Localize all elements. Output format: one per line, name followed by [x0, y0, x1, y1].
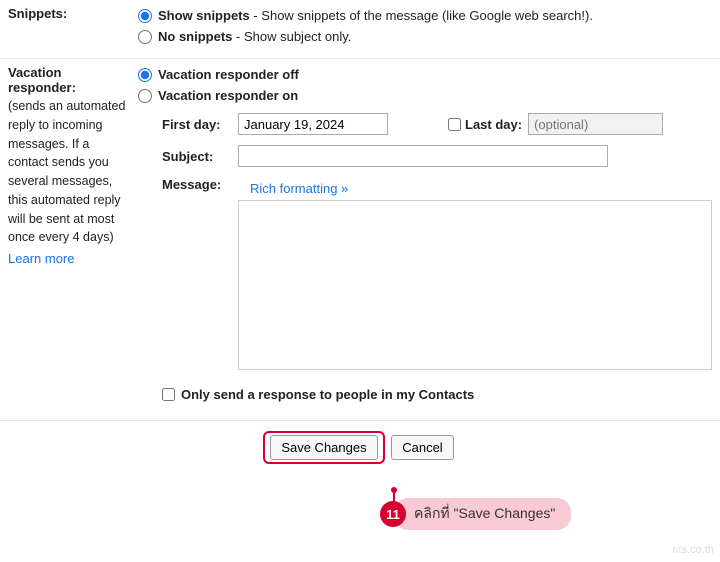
annotation-number-circle: 11	[380, 501, 406, 527]
snippets-content: Show snippets - Show snippets of the mes…	[138, 6, 712, 50]
vacation-on-label: Vacation responder on	[158, 88, 298, 103]
annotation: 11 คลิกที่ "Save Changes"	[380, 498, 571, 530]
last-day-wrap: Last day:	[448, 113, 663, 135]
last-day-checkbox[interactable]	[448, 118, 461, 131]
annotation-bubble: คลิกที่ "Save Changes"	[394, 498, 571, 530]
vacation-label-col: Vacation responder: (sends an automated …	[8, 65, 138, 412]
vacation-off-label: Vacation responder off	[158, 67, 299, 82]
vacation-off-radio[interactable]	[138, 68, 152, 82]
subject-row: Subject:	[162, 145, 712, 167]
first-day-label: First day:	[162, 117, 238, 132]
contacts-only-checkbox[interactable]	[162, 388, 175, 401]
vacation-on-radio[interactable]	[138, 89, 152, 103]
snippets-no-text: No snippets - Show subject only.	[158, 29, 351, 44]
vacation-help: (sends an automated reply to incoming me…	[8, 97, 132, 247]
learn-more-link[interactable]: Learn more	[8, 251, 74, 266]
save-button[interactable]: Save Changes	[270, 435, 377, 460]
save-highlight-box: Save Changes	[263, 431, 384, 464]
snippets-no-title: No snippets	[158, 29, 232, 44]
message-area: Rich formatting »	[238, 177, 712, 373]
message-label: Message:	[162, 177, 238, 192]
message-row: Message: Rich formatting »	[162, 177, 712, 373]
snippets-show-text: Show snippets - Show snippets of the mes…	[158, 8, 593, 23]
snippets-no-row[interactable]: No snippets - Show subject only.	[138, 29, 712, 44]
snippets-show-row[interactable]: Show snippets - Show snippets of the mes…	[138, 8, 712, 23]
contacts-only-label: Only send a response to people in my Con…	[181, 387, 474, 402]
snippets-section: Snippets: Show snippets - Show snippets …	[0, 0, 720, 59]
snippets-label: Snippets:	[8, 6, 67, 21]
last-day-input[interactable]	[528, 113, 663, 135]
subject-label: Subject:	[162, 149, 238, 164]
snippets-no-desc: - Show subject only.	[232, 29, 351, 44]
vacation-form: First day: Last day: Subject: Message: R…	[162, 113, 712, 373]
message-textarea[interactable]	[238, 200, 712, 370]
last-day-label: Last day:	[465, 117, 522, 132]
snippets-show-desc: - Show snippets of the message (like Goo…	[250, 8, 593, 23]
snippets-show-title: Show snippets	[158, 8, 250, 23]
contacts-only-row[interactable]: Only send a response to people in my Con…	[162, 387, 712, 402]
snippets-show-radio[interactable]	[138, 9, 152, 23]
rich-formatting-link[interactable]: Rich formatting »	[250, 181, 348, 196]
vacation-label: Vacation responder:	[8, 65, 76, 95]
vacation-content: Vacation responder off Vacation responde…	[138, 65, 712, 412]
vacation-on-row[interactable]: Vacation responder on	[138, 88, 712, 103]
snippets-label-col: Snippets:	[8, 6, 138, 50]
first-day-input[interactable]	[238, 113, 388, 135]
vacation-off-row[interactable]: Vacation responder off	[138, 67, 712, 82]
subject-input[interactable]	[238, 145, 608, 167]
button-bar: Save Changes Cancel	[0, 420, 720, 474]
cancel-button[interactable]: Cancel	[391, 435, 453, 460]
watermark: nts.co.th	[672, 544, 714, 556]
first-day-row: First day: Last day:	[162, 113, 712, 135]
snippets-no-radio[interactable]	[138, 30, 152, 44]
vacation-section: Vacation responder: (sends an automated …	[0, 59, 720, 420]
